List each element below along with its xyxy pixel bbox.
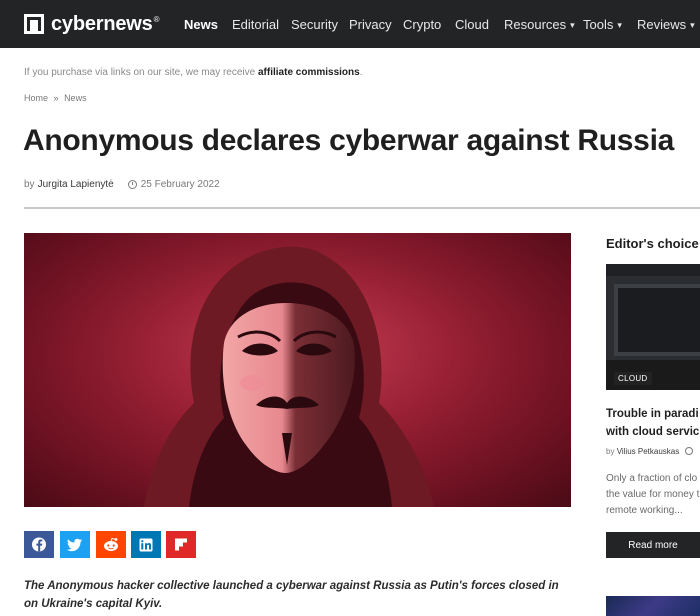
author-link[interactable]: Jurgita Lapienytė bbox=[38, 179, 114, 190]
share-twitter-button[interactable] bbox=[60, 531, 90, 558]
byline-prefix: by bbox=[24, 179, 35, 190]
editors-choice-title[interactable]: Trouble in paradi with cloud servic bbox=[606, 405, 699, 441]
category-badge[interactable]: CLOUD bbox=[614, 372, 652, 385]
breadcrumb-news[interactable]: News bbox=[64, 93, 87, 103]
affiliate-link[interactable]: affiliate commissions bbox=[258, 67, 360, 78]
logo-text: cybernews bbox=[51, 12, 153, 35]
anonymous-hacker-illustration bbox=[24, 233, 571, 507]
publish-date: 25 February 2022 bbox=[140, 179, 220, 190]
nav-item-resources[interactable]: Resources ▾ bbox=[504, 17, 575, 32]
nav-item-crypto[interactable]: Crypto bbox=[403, 17, 441, 32]
editors-choice-excerpt: Only a fraction of clo the value for mon… bbox=[606, 473, 700, 516]
twitter-icon bbox=[60, 531, 90, 558]
nav-item-reviews[interactable]: Reviews ▾ bbox=[637, 17, 695, 32]
chevron-down-icon: ▾ bbox=[570, 20, 575, 30]
nav-item-tools[interactable]: Tools ▾ bbox=[583, 17, 622, 32]
share-facebook-button[interactable] bbox=[24, 531, 54, 558]
site-logo[interactable]: cybernews ® bbox=[24, 12, 160, 36]
breadcrumb-home[interactable]: Home bbox=[24, 93, 48, 103]
editors-choice-byline: by Vilius Petkauskas bbox=[606, 447, 694, 456]
logo-registered-mark: ® bbox=[153, 14, 160, 24]
clock-icon bbox=[127, 180, 137, 189]
header-divider bbox=[24, 207, 700, 209]
chevron-down-icon: ▾ bbox=[617, 20, 622, 30]
nav-item-editorial[interactable]: Editorial bbox=[232, 17, 279, 32]
nav-item-cloud[interactable]: Cloud bbox=[455, 17, 489, 32]
share-reddit-button[interactable] bbox=[96, 531, 126, 558]
cybernews-logo-icon bbox=[24, 14, 44, 34]
linkedin-icon bbox=[131, 531, 161, 558]
editors-choice-heading: Editor's choice bbox=[606, 236, 699, 251]
article-lead: The Anonymous hacker collective launched… bbox=[24, 580, 559, 610]
facebook-icon bbox=[24, 531, 54, 558]
affiliate-notice: If you purchase via links on our site, w… bbox=[24, 67, 363, 78]
top-navbar: cybernews ® News Editorial Security Priv… bbox=[0, 0, 700, 48]
nav-item-privacy[interactable]: Privacy bbox=[349, 17, 392, 32]
article-title: Anonymous declares cyberwar against Russ… bbox=[23, 124, 674, 157]
reddit-icon bbox=[96, 531, 126, 558]
article-meta: by Jurgita Lapienytė 25 February 2022 bbox=[24, 179, 220, 190]
breadcrumb: Home » News bbox=[24, 93, 87, 103]
editors-choice-author[interactable]: Vilius Petkauskas bbox=[617, 447, 680, 456]
nav-item-security[interactable]: Security bbox=[291, 17, 338, 32]
hero-image bbox=[24, 233, 571, 507]
share-flipboard-button[interactable] bbox=[166, 531, 196, 558]
chevron-down-icon: ▾ bbox=[690, 20, 695, 30]
breadcrumb-separator: » bbox=[53, 93, 59, 103]
read-more-button[interactable]: Read more bbox=[606, 532, 700, 558]
flipboard-icon bbox=[166, 531, 196, 558]
clock-icon bbox=[685, 447, 694, 455]
share-linkedin-button[interactable] bbox=[131, 531, 161, 558]
nav-item-news[interactable]: News bbox=[184, 17, 218, 32]
second-story-thumbnail[interactable] bbox=[606, 596, 700, 616]
